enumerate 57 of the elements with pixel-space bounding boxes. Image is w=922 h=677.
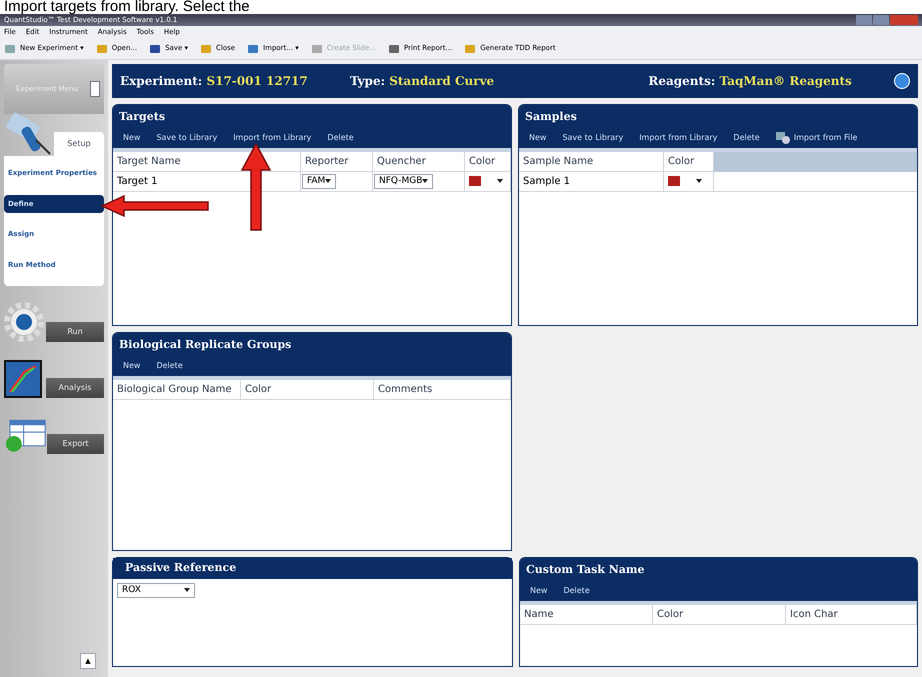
- printer-icon: [388, 43, 400, 54]
- column-header: Sample Name: [519, 152, 664, 172]
- table-cell-text: Sample 1: [522, 174, 572, 188]
- panel-title: Samples: [525, 109, 578, 125]
- column-header: Comments: [374, 380, 511, 400]
- column-header: Color: [241, 380, 374, 400]
- panel-action-button[interactable]: New: [123, 360, 140, 372]
- panel-action-button[interactable]: New: [123, 132, 140, 144]
- column-header: Icon Char: [786, 604, 917, 624]
- dropdown-caret-icon: [696, 179, 702, 183]
- panel-action-button[interactable]: Import from Library: [639, 132, 718, 144]
- column-header: Color: [653, 604, 786, 624]
- dropdown-caret-icon: [184, 588, 190, 592]
- dropdown-field[interactable]: NFQ-MGB: [374, 174, 434, 189]
- header-field: Experiment: S17-001 12717: [120, 72, 308, 90]
- panel-action-button[interactable]: Save to Library: [562, 132, 624, 144]
- panel-title: Targets: [119, 109, 166, 125]
- dropdown-field[interactable]: ROX: [117, 582, 195, 598]
- panel-title: Passive Reference: [113, 558, 512, 578]
- import-file-icon: [776, 132, 790, 144]
- panel-action-button[interactable]: Delete: [733, 132, 760, 144]
- folder-icon: [200, 43, 212, 54]
- dropdown-caret-icon: [497, 179, 503, 184]
- panel-action-button[interactable]: Save to Library: [156, 132, 218, 144]
- chart-icon: [4, 360, 42, 398]
- dropdown-caret-icon: [325, 179, 332, 184]
- collapse-button[interactable]: [90, 81, 100, 97]
- folder-icon: [96, 43, 108, 54]
- column-header: Quencher: [373, 152, 465, 172]
- dropdown-field[interactable]: FAM: [302, 174, 336, 189]
- panel-action-button[interactable]: New: [530, 584, 548, 596]
- panel-title: Custom Task Name: [526, 562, 646, 578]
- column-header: Biological Group Name: [113, 380, 241, 400]
- spreadsheet-icon: [4, 418, 48, 454]
- header-field: Reagents: TaqMan® Reagents: [648, 72, 852, 90]
- column-header: Color: [465, 152, 511, 172]
- panel-action-button[interactable]: Delete: [327, 132, 354, 144]
- panel-title: Biological Replicate Groups: [119, 337, 292, 353]
- help-icon[interactable]: [894, 73, 910, 89]
- panel-action-button[interactable]: Import from File: [776, 132, 858, 144]
- dropdown-caret-icon: [422, 179, 428, 184]
- column-header: Reporter: [301, 152, 373, 172]
- panel-action-button[interactable]: Import from Library: [233, 132, 312, 144]
- header-field: Type: Standard Curve: [350, 72, 494, 90]
- caption: Import targets from library. Select the: [0, 0, 922, 14]
- panel-action-button[interactable]: Delete: [156, 360, 183, 372]
- column-header: Color: [664, 152, 714, 172]
- panel-action-button[interactable]: New: [529, 132, 546, 144]
- section-tab[interactable]: Run: [46, 322, 104, 342]
- folder-icon: [464, 43, 476, 54]
- section-tab[interactable]: Analysis: [46, 378, 104, 398]
- section-tab[interactable]: Setup: [54, 132, 104, 156]
- table-cell-text: Target 1: [116, 174, 158, 189]
- gear-icon: [4, 302, 44, 342]
- panel-action-button[interactable]: Delete: [563, 584, 590, 596]
- section-tab[interactable]: Export: [47, 434, 104, 454]
- column-header: Name: [520, 604, 653, 624]
